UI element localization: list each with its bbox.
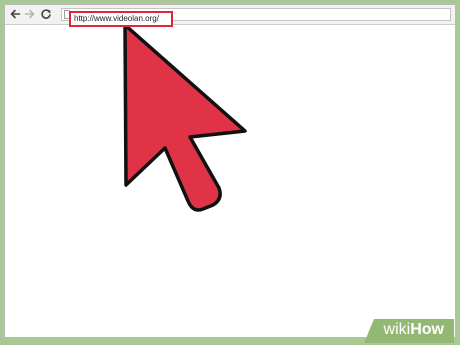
image-frame: http://www.videolan.org/ wikiHow xyxy=(0,0,460,345)
browser-window: http://www.videolan.org/ xyxy=(4,4,456,338)
logo-part2: How xyxy=(410,321,444,338)
forward-button[interactable] xyxy=(23,7,37,21)
reload-button[interactable] xyxy=(39,7,53,21)
page-content xyxy=(5,25,455,337)
url-highlight[interactable]: http://www.videolan.org/ xyxy=(69,11,173,27)
logo-text: wikiHow xyxy=(384,321,444,339)
logo-part1: wiki xyxy=(383,321,411,338)
mouse-pointer-icon xyxy=(123,25,247,212)
reload-icon xyxy=(41,9,51,19)
back-arrow-icon xyxy=(10,9,21,19)
back-button[interactable] xyxy=(8,7,22,21)
forward-arrow-icon xyxy=(24,9,35,19)
url-text: http://www.videolan.org/ xyxy=(74,14,159,23)
